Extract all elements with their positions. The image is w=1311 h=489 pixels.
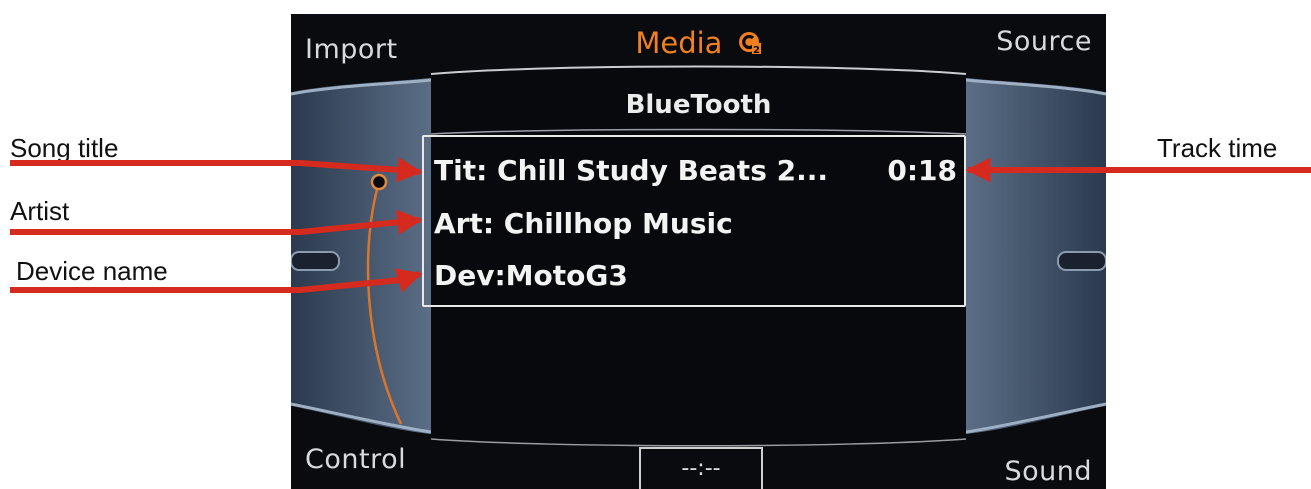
media-header: Media 2 <box>291 26 1106 62</box>
source-name: BlueTooth <box>625 90 772 120</box>
artist-line: Art: Chillhop Music <box>434 207 733 240</box>
track-info-panel: Tit: Chill Study Beats 2... 0:18 Art: Ch… <box>422 135 966 307</box>
svg-text:2: 2 <box>753 45 760 55</box>
mmi-screen: Import Source Control Sound Media 2 Blue… <box>291 14 1106 489</box>
song-title-annotation: Song title <box>10 133 119 163</box>
media-title: Media <box>635 26 723 60</box>
track-time-annotation: Track time <box>1157 133 1278 163</box>
artist-annotation: Artist <box>10 196 70 226</box>
device-name-annotation: Device name <box>16 256 168 286</box>
device-line: Dev:MotoG3 <box>434 259 628 292</box>
track-time: 0:18 <box>887 154 957 187</box>
clock-display: --:-- <box>639 447 763 489</box>
control-softkey[interactable]: Control <box>305 444 406 475</box>
c2-icon: 2 <box>738 28 762 62</box>
song-title-line: Tit: Chill Study Beats 2... <box>434 154 828 187</box>
sound-softkey[interactable]: Sound <box>1004 456 1092 487</box>
